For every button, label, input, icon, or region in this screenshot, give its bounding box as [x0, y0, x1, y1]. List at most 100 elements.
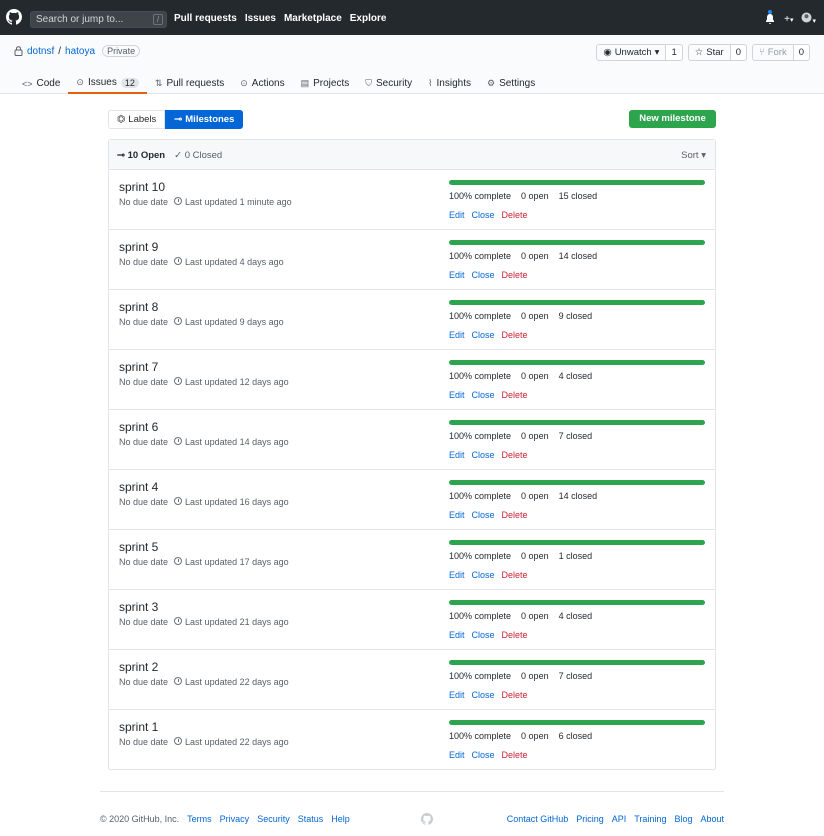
labels-tab[interactable]: ⏣ Labels [108, 110, 166, 129]
edit-milestone-link[interactable]: Edit [449, 450, 465, 460]
closed-issues-count[interactable]: 4 closed [559, 371, 593, 381]
closed-issues-count[interactable]: 14 closed [559, 491, 598, 501]
star-button[interactable]: ☆ Star [687, 44, 731, 61]
open-issues-count[interactable]: 0 open [521, 431, 549, 441]
open-issues-count[interactable]: 0 open [521, 491, 549, 501]
milestone-title-link[interactable]: sprint 9 [119, 240, 158, 254]
delete-milestone-link[interactable]: Delete [502, 750, 528, 760]
milestone-title-link[interactable]: sprint 1 [119, 720, 158, 734]
search-input[interactable]: Search or jump to... / [30, 11, 167, 28]
delete-milestone-link[interactable]: Delete [502, 630, 528, 640]
milestone-title-link[interactable]: sprint 4 [119, 480, 158, 494]
nav-pull-requests[interactable]: Pull requests [174, 13, 237, 24]
repo-name-link[interactable]: hatoya [65, 46, 95, 57]
footer-link-contact[interactable]: Contact GitHub [507, 814, 569, 824]
closed-issues-count[interactable]: 7 closed [559, 431, 593, 441]
delete-milestone-link[interactable]: Delete [502, 270, 528, 280]
close-milestone-link[interactable]: Close [472, 330, 495, 340]
footer-link-training[interactable]: Training [634, 814, 666, 824]
close-milestone-link[interactable]: Close [472, 570, 495, 580]
milestone-title-link[interactable]: sprint 8 [119, 300, 158, 314]
tab-actions[interactable]: ⊙ Actions [232, 73, 292, 94]
open-issues-count[interactable]: 0 open [521, 311, 549, 321]
tab-code[interactable]: <> Code [14, 73, 68, 94]
footer-link-security[interactable]: Security [257, 814, 290, 824]
user-avatar-dropdown[interactable]: ▾ [801, 12, 816, 26]
delete-milestone-link[interactable]: Delete [502, 330, 528, 340]
footer-link-pricing[interactable]: Pricing [576, 814, 604, 824]
edit-milestone-link[interactable]: Edit [449, 510, 465, 520]
close-milestone-link[interactable]: Close [472, 270, 495, 280]
milestone-title-link[interactable]: sprint 10 [119, 180, 165, 194]
edit-milestone-link[interactable]: Edit [449, 270, 465, 280]
open-issues-count[interactable]: 0 open [521, 551, 549, 561]
milestone-title-link[interactable]: sprint 5 [119, 540, 158, 554]
close-milestone-link[interactable]: Close [472, 750, 495, 760]
open-issues-count[interactable]: 0 open [521, 611, 549, 621]
close-milestone-link[interactable]: Close [472, 390, 495, 400]
tab-issues[interactable]: ⊙ Issues 12 [68, 73, 147, 94]
milestone-title-link[interactable]: sprint 2 [119, 660, 158, 674]
edit-milestone-link[interactable]: Edit [449, 750, 465, 760]
fork-button[interactable]: ⑂ Fork [752, 44, 794, 61]
close-milestone-link[interactable]: Close [472, 630, 495, 640]
open-issues-count[interactable]: 0 open [521, 371, 549, 381]
stars-count[interactable]: 0 [730, 44, 747, 61]
edit-milestone-link[interactable]: Edit [449, 570, 465, 580]
close-milestone-link[interactable]: Close [472, 510, 495, 520]
edit-milestone-link[interactable]: Edit [449, 330, 465, 340]
footer-link-privacy[interactable]: Privacy [220, 814, 250, 824]
delete-milestone-link[interactable]: Delete [502, 570, 528, 580]
notifications-bell-icon[interactable] [764, 10, 776, 25]
close-milestone-link[interactable]: Close [472, 450, 495, 460]
closed-issues-count[interactable]: 15 closed [559, 191, 598, 201]
open-milestones-filter[interactable]: ⊸ 10 Open [117, 150, 165, 161]
closed-issues-count[interactable]: 6 closed [559, 731, 593, 741]
delete-milestone-link[interactable]: Delete [502, 210, 528, 220]
tab-projects[interactable]: ▤ Projects [293, 73, 358, 94]
new-milestone-button[interactable]: New milestone [629, 110, 716, 128]
delete-milestone-link[interactable]: Delete [502, 450, 528, 460]
close-milestone-link[interactable]: Close [472, 690, 495, 700]
footer-link-blog[interactable]: Blog [674, 814, 692, 824]
create-new-dropdown[interactable]: +▾ [784, 14, 793, 25]
repo-owner-link[interactable]: dotnsf [27, 46, 54, 57]
nav-issues[interactable]: Issues [245, 13, 276, 24]
github-logo-icon[interactable] [6, 9, 22, 25]
nav-marketplace[interactable]: Marketplace [284, 13, 342, 24]
footer-link-help[interactable]: Help [331, 814, 350, 824]
edit-milestone-link[interactable]: Edit [449, 390, 465, 400]
delete-milestone-link[interactable]: Delete [502, 690, 528, 700]
edit-milestone-link[interactable]: Edit [449, 630, 465, 640]
sort-dropdown[interactable]: Sort ▾ [681, 150, 706, 161]
closed-issues-count[interactable]: 4 closed [559, 611, 593, 621]
nav-explore[interactable]: Explore [350, 13, 387, 24]
forks-count[interactable]: 0 [793, 44, 810, 61]
footer-link-terms[interactable]: Terms [187, 814, 212, 824]
closed-issues-count[interactable]: 14 closed [559, 251, 598, 261]
closed-issues-count[interactable]: 9 closed [559, 311, 593, 321]
milestone-title-link[interactable]: sprint 3 [119, 600, 158, 614]
closed-issues-count[interactable]: 1 closed [559, 551, 593, 561]
milestones-tab[interactable]: ⊸ Milestones [165, 110, 244, 129]
closed-milestones-filter[interactable]: ✓ 0 Closed [174, 150, 222, 161]
tab-settings[interactable]: ⚙ Settings [479, 73, 543, 94]
open-issues-count[interactable]: 0 open [521, 251, 549, 261]
open-issues-count[interactable]: 0 open [521, 731, 549, 741]
edit-milestone-link[interactable]: Edit [449, 210, 465, 220]
delete-milestone-link[interactable]: Delete [502, 510, 528, 520]
tab-pull-requests[interactable]: ⇅ Pull requests [147, 73, 232, 94]
milestone-title-link[interactable]: sprint 7 [119, 360, 158, 374]
footer-link-status[interactable]: Status [298, 814, 324, 824]
tab-security[interactable]: ⛉ Security [357, 73, 420, 94]
milestone-title-link[interactable]: sprint 6 [119, 420, 158, 434]
close-milestone-link[interactable]: Close [472, 210, 495, 220]
footer-link-api[interactable]: API [612, 814, 627, 824]
open-issues-count[interactable]: 0 open [521, 191, 549, 201]
open-issues-count[interactable]: 0 open [521, 671, 549, 681]
unwatch-button[interactable]: ◉ Unwatch ▾ [596, 44, 667, 61]
edit-milestone-link[interactable]: Edit [449, 690, 465, 700]
delete-milestone-link[interactable]: Delete [502, 390, 528, 400]
watchers-count[interactable]: 1 [666, 44, 683, 61]
github-mark-icon[interactable] [421, 813, 433, 825]
